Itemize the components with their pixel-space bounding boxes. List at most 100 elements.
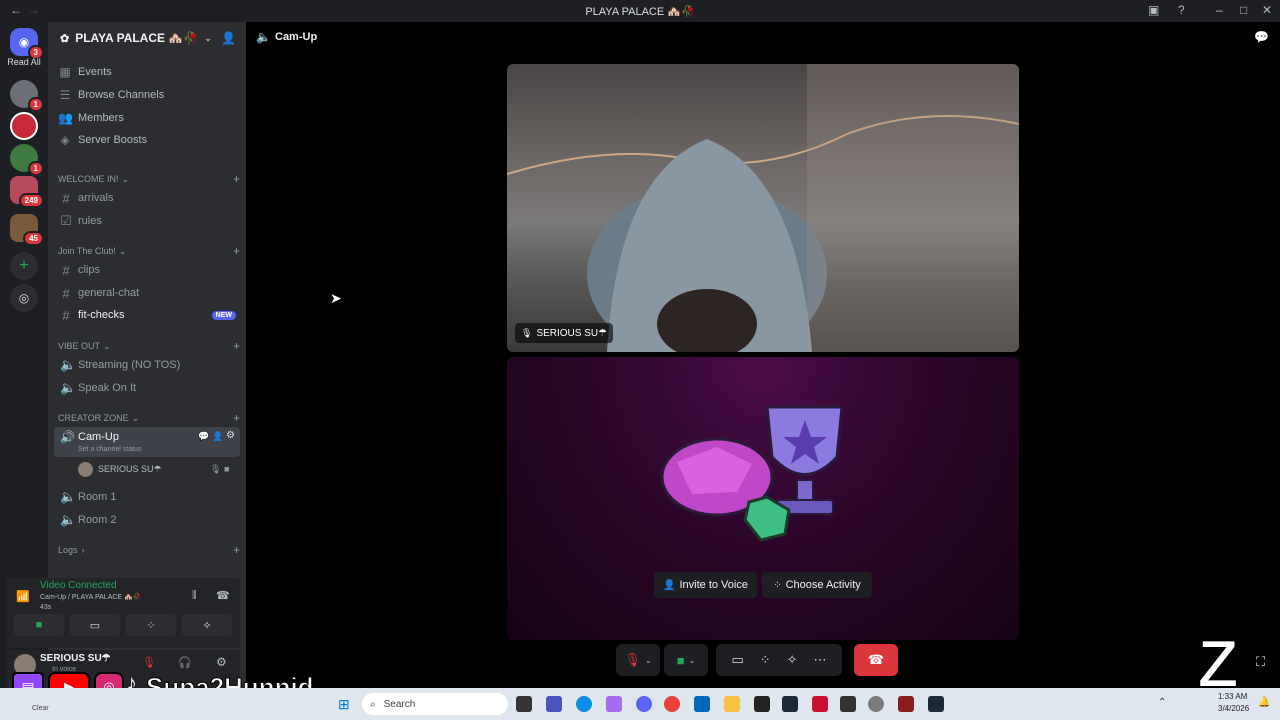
noise-suppression-icon[interactable]: ⫼ [192, 590, 197, 601]
channel-room-1[interactable]: 🔈 Room 1 [54, 487, 240, 507]
channel-cam-up-selected[interactable]: 🔊 Cam-Up Set a channel status 💬 👤 ⚙ [54, 427, 240, 457]
file-explorer-icon[interactable] [724, 696, 740, 712]
app-n-icon[interactable] [840, 696, 856, 712]
server-name: PLAYA PALACE 🏘️🥀 [75, 31, 199, 45]
discord-home-icon[interactable]: ◉ 3 [10, 28, 44, 60]
invite-people-icon[interactable]: 👤 [221, 31, 236, 45]
category-label: CREATOR ZONE [58, 413, 129, 423]
add-channel-icon[interactable]: + [233, 172, 240, 186]
add-channel-icon[interactable]: + [233, 339, 240, 353]
title-bar: ← → PLAYA PALACE 🏘️🥀 ▣ ? – □ ✕ [0, 0, 1280, 22]
steam-icon[interactable] [782, 696, 798, 712]
more-options-icon[interactable]: ⋯ [814, 652, 827, 668]
category-join[interactable]: Join The Club! ⌄ + [58, 244, 240, 258]
add-channel-icon[interactable]: + [233, 543, 240, 557]
channel-fit-checks[interactable]: # fit-checks NEW [54, 305, 240, 325]
disconnect-icon[interactable]: ☎ [216, 589, 230, 602]
nav-server-boosts[interactable]: ◈ Server Boosts [58, 130, 238, 150]
clear-label[interactable]: Clear [32, 705, 49, 712]
inbox-icon[interactable]: ▣ [1148, 3, 1159, 17]
chevron-down-icon[interactable]: ⌄ [645, 656, 652, 665]
channel-general-chat[interactable]: # general-chat [54, 283, 240, 303]
minimize-icon[interactable]: – [1216, 3, 1223, 17]
category-logs[interactable]: Logs › + [58, 543, 240, 557]
server-folder-2[interactable]: 45 [10, 214, 44, 246]
add-channel-icon[interactable]: + [233, 411, 240, 425]
adobe-icon[interactable] [812, 696, 828, 712]
copilot-icon[interactable] [606, 696, 622, 712]
choose-activity-button[interactable]: ⁘ Choose Activity [762, 572, 872, 598]
channel-room-2[interactable]: 🔈 Room 2 [54, 510, 240, 530]
channel-label: Streaming (NO TOS) [78, 359, 181, 371]
screen-share-button[interactable]: ▭ [70, 614, 120, 636]
voice-member[interactable]: SERIOUS SU☂ 🎙 ■ [78, 461, 240, 479]
nav-browse-channels[interactable]: ☰ Browse Channels [58, 85, 238, 105]
chevron-down-icon[interactable]: ⌄ [689, 656, 696, 665]
nav-members[interactable]: 👥 Members [58, 108, 238, 128]
nav-events[interactable]: ▦ Events [58, 62, 238, 82]
speaker-active-icon: 🔊 [60, 430, 75, 444]
taskbar-search-box[interactable]: ⌕ Search [362, 693, 508, 715]
camera-toggle-button[interactable]: ■ ⌄ [664, 644, 708, 676]
video-tile-user[interactable]: 🎙 SERIOUS SU☂ [507, 64, 1019, 352]
close-icon[interactable]: ✕ [1262, 3, 1272, 17]
category-label: WELCOME IN! [58, 174, 119, 184]
category-welcome[interactable]: WELCOME IN! ⌄ + [58, 172, 240, 186]
teams-icon[interactable] [546, 696, 562, 712]
task-view-icon[interactable] [516, 696, 532, 712]
soundboard-button[interactable]: ✧ [182, 614, 232, 636]
archive-icon[interactable] [898, 696, 914, 712]
voice-location[interactable]: Cam-Up / PLAYA PALACE 🏘️🥀 [40, 593, 141, 601]
server-header[interactable]: ✿ PLAYA PALACE 🏘️🥀 ⌄ 👤 [48, 22, 246, 54]
channel-status[interactable]: Set a channel status [78, 446, 141, 453]
add-channel-icon[interactable]: + [233, 244, 240, 258]
windows-start-icon[interactable]: ⊞ [338, 696, 354, 712]
clock-date[interactable]: 3/4/2026 [1218, 704, 1249, 713]
obs-icon[interactable] [754, 696, 770, 712]
invite-icon[interactable]: 👤 [212, 431, 223, 442]
edge-icon[interactable] [576, 696, 592, 712]
server-folder-1[interactable]: 249 [10, 176, 44, 208]
user-settings-gear-icon[interactable]: ⚙ [216, 655, 227, 669]
server-icon-3[interactable]: 1 [10, 144, 44, 176]
settings-taskbar-icon[interactable] [868, 696, 884, 712]
category-vibe-out[interactable]: VIBE OUT ⌄ + [58, 339, 240, 353]
gear-icon[interactable]: ⚙ [226, 430, 235, 441]
boost-icon: ◈ [60, 133, 70, 147]
voice-member-name: SERIOUS SU☂ [98, 464, 162, 474]
mic-toggle-button[interactable]: 🎙 ⌄ [616, 644, 660, 676]
channel-clips[interactable]: # clips [54, 260, 240, 280]
soundboard-icon[interactable]: ✧ [787, 652, 798, 668]
maximize-icon[interactable]: □ [1240, 3, 1247, 17]
discord-taskbar-icon[interactable] [636, 696, 652, 712]
video-toggle-button[interactable]: ■ [14, 614, 64, 636]
store-icon[interactable] [694, 696, 710, 712]
channel-rules[interactable]: ☑ rules [54, 211, 240, 231]
clock-time[interactable]: 1:33 AM [1218, 692, 1247, 701]
tray-chevron-icon[interactable]: ⌃ [1158, 697, 1166, 708]
add-server-icon[interactable]: + [10, 252, 38, 280]
chrome-icon[interactable] [664, 696, 680, 712]
discover-icon[interactable]: ◎ [10, 284, 38, 312]
avatar [78, 462, 93, 477]
server-icon-1[interactable]: 1 [10, 80, 44, 112]
screen-share-icon[interactable]: ▭ [731, 652, 743, 668]
invite-to-voice-button[interactable]: 👤 Invite to Voice [654, 572, 757, 598]
notification-icon[interactable]: 🔔 [1258, 697, 1270, 708]
help-icon[interactable]: ? [1178, 3, 1185, 17]
leave-call-button[interactable]: ☎ [854, 644, 898, 676]
channel-speak-on-it[interactable]: 🔈 Speak On It [54, 378, 240, 398]
category-creator-zone[interactable]: CREATOR ZONE ⌄ + [58, 411, 240, 425]
channel-arrivals[interactable]: # arrivals [54, 188, 240, 208]
activities-icon[interactable]: ⁘ [760, 652, 771, 668]
activities-button[interactable]: ⁘ [126, 614, 176, 636]
steam-icon-2[interactable] [928, 696, 944, 712]
read-all-button[interactable]: Read All [0, 57, 48, 67]
signal-icon[interactable]: 📶 [16, 590, 30, 603]
fullscreen-icon[interactable]: ⛶ [1256, 654, 1265, 670]
chat-bubble-icon[interactable]: 💬 [1254, 30, 1269, 44]
server-icon-playa-palace[interactable] [10, 112, 38, 140]
channel-streaming[interactable]: 🔈 Streaming (NO TOS) [54, 355, 240, 375]
channel-label: Room 1 [78, 491, 117, 503]
chat-icon[interactable]: 💬 [198, 431, 209, 442]
